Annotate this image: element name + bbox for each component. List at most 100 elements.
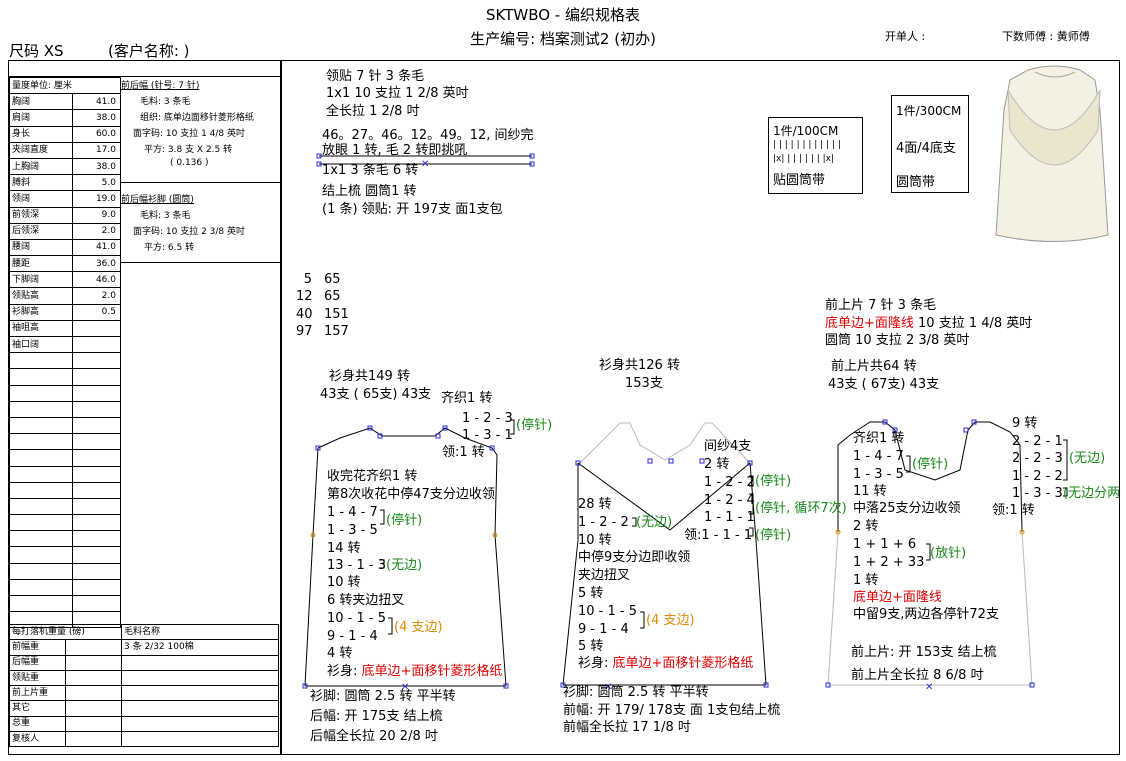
tape-box-1: 1件/100CM | | | | | | | | | | | | |x| | |… <box>768 117 863 194</box>
front-note: 1 - 2 - 4 <box>704 493 755 508</box>
collar-line: 全长拉 1 2/8 吋 <box>326 104 420 119</box>
front-note: 1 - 2 - 2 <box>704 475 755 490</box>
back-note: 4 转 <box>327 646 353 661</box>
number-b: 157 <box>324 324 349 339</box>
front-note: 夹边扭叉 <box>578 568 631 583</box>
number-a: 97 <box>296 324 313 339</box>
front-note: 28 转 <box>578 497 612 512</box>
front-footer: 前幅: 开 179/ 178支 面 1支包结上梳 <box>563 703 781 718</box>
back-note: (停针) <box>516 418 553 433</box>
back-stitches: 43支 ( 65支) 43支 <box>320 387 432 402</box>
front-note: (4 支边) <box>646 613 695 628</box>
box-text: 4面/4底支 <box>896 141 956 156</box>
front-note: 2 转 <box>704 457 730 472</box>
front-note: 5 转 <box>578 639 604 654</box>
back-footer: 后幅: 开 175支 结上梳 <box>310 709 443 724</box>
box-text: 圆筒带 <box>896 175 936 190</box>
box-text: 贴圆筒带 <box>773 173 826 188</box>
back-footer: 衫脚: 圆筒 2.5 转 平半转 <box>310 689 456 704</box>
garment-sketch <box>995 65 1109 242</box>
front-stitches: 153支 <box>625 376 663 391</box>
number-a: 12 <box>296 289 313 304</box>
front-footer: 衫脚: 圆筒 2.5 转 平半转 <box>563 685 709 700</box>
number-b: 65 <box>324 272 341 287</box>
upper-note: 前上片 7 针 3 条毛 <box>825 298 937 313</box>
collar-line: 领贴 7 针 3 条毛 <box>326 69 425 84</box>
collar-line: (1 条) 领贴: 开 197支 面1支包 <box>322 202 503 217</box>
front-body-stitch: 衫身: 底单边+面移针菱形格纸 <box>578 656 753 672</box>
back-note: 13 - 1 - 3 <box>327 558 386 573</box>
upper-note: 1 - 4 - 7 <box>853 449 904 464</box>
upper-note: 11 转 <box>853 484 887 499</box>
front-note: 1 - 1 - 1 <box>704 510 755 525</box>
back-note: 收完花齐织1 转 <box>327 469 418 484</box>
front-note: 10 - 1 - 5 <box>578 604 637 619</box>
back-note: (无边) <box>386 558 423 573</box>
back-note: 1 - 4 - 7 <box>327 505 378 520</box>
upper-note: 9 转 <box>1012 416 1038 431</box>
box-text: 1件/300CM <box>896 104 962 118</box>
front-note: (无边) <box>636 515 673 530</box>
front-note: 中停9支分边即收领 <box>578 550 691 565</box>
upper-note: (停针) <box>912 457 949 472</box>
upper-note: 中落25支分边收领 <box>853 501 961 516</box>
collar-line: 放眼 1 转, 毛 2 转即挑吼 <box>322 143 468 158</box>
stitch-type: 底单边+面移针菱形格纸 <box>361 664 503 679</box>
back-note: (停针) <box>386 513 423 528</box>
upper-note: 圆筒 10 支拉 2 3/8 英吋 <box>825 333 970 348</box>
upper-note: 前上片共64 转 <box>831 359 917 374</box>
front-note: (停针) <box>755 474 792 489</box>
back-note: 9 - 1 - 4 <box>327 629 378 644</box>
upper-note: 1 - 3 - 3 <box>1012 486 1063 501</box>
back-note: 1 - 2 - 3 <box>462 411 513 426</box>
upper-note: 1 + 1 + 6 <box>853 537 917 552</box>
back-note: 10 - 1 - 5 <box>327 611 386 626</box>
collar-line: 46。27。46。12。49。12, 间纱完 <box>322 128 534 143</box>
back-note: (4 支边) <box>394 620 443 635</box>
label: 10 支拉 1 4/8 英吋 <box>913 316 1033 331</box>
upper-note: 中留9支,两边各停针72支 <box>853 607 999 622</box>
front-total: 衫身共126 转 <box>599 358 680 373</box>
stitch-type: 底单边+面移针菱形格纸 <box>612 656 754 671</box>
back-note: 齐织1 转 <box>441 391 493 406</box>
upper-note: (无边) <box>1069 451 1106 466</box>
front-note: (停针) <box>755 528 792 543</box>
tape-box-2: 1件/300CM 4面/4底支 圆筒带 <box>891 95 969 193</box>
back-footer: 后幅全长拉 20 2/8 吋 <box>310 729 438 744</box>
svg-text:✕: ✕ <box>421 159 429 170</box>
back-body-stitch: 衫身: 底单边+面移针菱形格纸 <box>327 664 502 680</box>
front-note: 间纱4支 <box>704 439 752 454</box>
back-note: 第8次收花中停47支分边收领 <box>327 487 495 502</box>
box-text: | | | | | | | | | | | | <box>773 140 841 150</box>
back-note: 10 转 <box>327 575 361 590</box>
upper-note: 1 - 2 - 2 <box>1012 469 1063 484</box>
front-footer: 前幅全长拉 17 1/8 吋 <box>563 720 691 735</box>
upper-note: 1 + 2 + 33 <box>853 555 925 570</box>
stitch-type: 底单边+面隆线 <box>825 316 914 331</box>
upper-yarn: 底单边+面隆线 10 支拉 1 4/8 英吋 <box>825 316 1032 332</box>
front-note: 10 转 <box>578 533 612 548</box>
number-a: 5 <box>303 272 312 287</box>
label: 衫身: <box>578 656 613 671</box>
number-b: 151 <box>324 307 349 322</box>
front-note: (停针, 循环7次) <box>755 501 847 516</box>
upper-note: 底单边+面隆线 <box>853 590 942 605</box>
back-total: 衫身共149 转 <box>329 369 410 384</box>
upper-note: (无边分两次收) <box>1063 486 1119 501</box>
back-note: 14 转 <box>327 541 361 556</box>
upper-footer: 前上片: 开 153支 结上梳 <box>851 645 997 660</box>
back-note: 1 - 3 - 5 <box>327 523 378 538</box>
front-note: 9 - 1 - 4 <box>578 622 629 637</box>
front-note: 5 转 <box>578 586 604 601</box>
upper-note: 2 转 <box>853 519 879 534</box>
upper-note: 2 - 2 - 1 <box>1012 434 1063 449</box>
front-note: 领:1 - 1 - 1 <box>684 528 753 543</box>
upper-note: 齐织1 转 <box>853 431 905 446</box>
upper-note: 领:1 转 <box>992 503 1035 518</box>
number-b: 65 <box>324 289 341 304</box>
upper-footer: 前上片全长拉 8 6/8 吋 <box>851 668 984 683</box>
label: 衫身: <box>327 664 362 679</box>
back-note: 1 - 3 - 1 <box>462 428 513 443</box>
back-note: 领:1 转 <box>442 445 485 460</box>
upper-note: (放针) <box>930 546 967 561</box>
